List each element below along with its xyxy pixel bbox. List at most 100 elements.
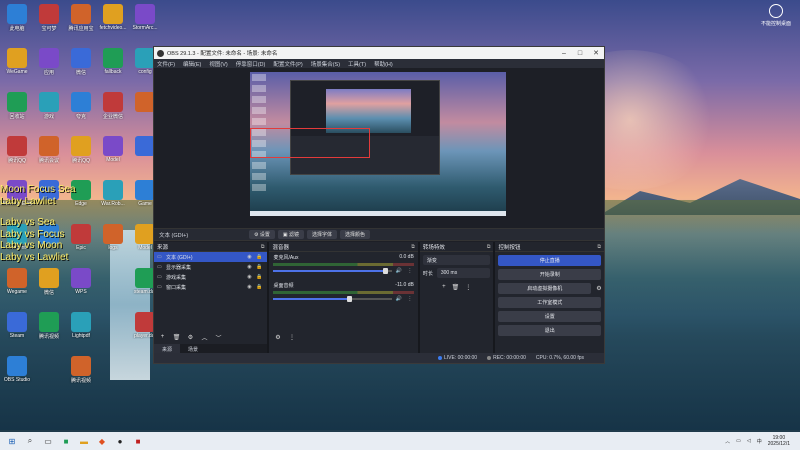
folder-icon[interactable]: ▬ [78, 435, 90, 447]
more-icon[interactable]: ⋮ [406, 296, 414, 302]
preview-selection-box[interactable] [250, 128, 370, 158]
desktop-icon[interactable]: OBS Studio [0, 356, 34, 383]
clock[interactable]: 19:00 2025/12/1 [768, 435, 790, 447]
desktop-icon[interactable]: 腾讯QQ [0, 136, 34, 164]
title-bar[interactable]: OBS 29.1.3 - 配置文件: 未命名 - 场景: 未命名 – □ ✕ [154, 47, 604, 59]
dock-float-icon[interactable]: ⧉ [487, 244, 491, 250]
desktop-icon[interactable]: 游戏 [32, 92, 66, 120]
desktop-icon[interactable]: 腾讯视频 [64, 356, 98, 384]
desktop-icon[interactable]: 夸克 [64, 92, 98, 120]
desktop-icon[interactable]: 回收站 [0, 92, 34, 120]
desktop-icon[interactable]: 此电脑 [0, 4, 34, 32]
desktop-icon[interactable]: War.Rob... [96, 180, 130, 207]
lock-icon[interactable]: 🔒 [254, 274, 264, 280]
speaker-icon[interactable]: ◁ [747, 438, 751, 444]
gear-icon[interactable]: ⚙ [594, 285, 604, 292]
network-icon[interactable]: ▭ [736, 438, 741, 444]
app-icon-red[interactable]: ■ [132, 435, 144, 447]
menu-profile[interactable]: 配置文件(P) [273, 60, 302, 68]
source-item[interactable]: ▭ 文本 (GDI+) ◉ 🔒 [154, 252, 268, 262]
desktop-icon[interactable]: 腾讯QQ [64, 136, 98, 164]
windows-start-icon[interactable]: ⊞ [6, 435, 18, 447]
desktop-icon[interactable]: 应用 [32, 48, 66, 76]
desktop-icon[interactable]: 微信 [32, 268, 66, 296]
start-virtual-camera-button[interactable]: 启动虚拟摄像机 [498, 283, 591, 294]
trash-icon[interactable]: 🗑 [171, 333, 182, 342]
menu-view[interactable]: 视图(V) [209, 60, 227, 68]
more-icon[interactable]: ⋮ [406, 268, 414, 274]
exit-button[interactable]: 退出 [498, 325, 601, 336]
desktop-icon[interactable]: 宝可梦 [32, 4, 66, 32]
gear-icon[interactable]: ⚙ [272, 333, 283, 342]
volume-slider[interactable] [273, 296, 392, 302]
chevron-up-icon[interactable]: ︿ [199, 333, 210, 342]
chevron-down-icon[interactable]: ﹀ [213, 333, 224, 342]
transition-select[interactable]: 渐变 [422, 255, 491, 265]
desktop-icon[interactable]: WPS [64, 268, 98, 295]
desktop-icon[interactable]: Model [96, 136, 130, 163]
desktop-icon[interactable]: 腾讯会议 [32, 136, 66, 164]
obs-taskbar-icon[interactable]: ● [114, 435, 126, 447]
desktop-icon[interactable]: fetchvideo... [96, 4, 130, 31]
source-item[interactable]: ▭ 显示器采集 ◉ 🔒 [154, 262, 267, 272]
close-icon[interactable]: ✕ [588, 49, 604, 57]
speaker-icon[interactable]: 🔊 [395, 296, 403, 302]
desktop-icon[interactable]: 企业微信 [96, 92, 130, 120]
eye-icon[interactable]: ◉ [244, 254, 254, 260]
preview-canvas[interactable] [250, 72, 506, 216]
desktop-icon[interactable]: fallback [96, 48, 130, 75]
desktop-icon[interactable]: 腾讯视频 [32, 312, 66, 340]
desktop-widget[interactable]: 不能控制桌面 [758, 4, 794, 27]
stop-streaming-button[interactable]: 停止直播 [498, 255, 601, 266]
studio-mode-button[interactable]: 工作室模式 [498, 297, 601, 308]
source-filters-button[interactable]: ▣ 滤镜 [277, 230, 305, 239]
desktop-icon[interactable]: Lightpdf [64, 312, 98, 339]
lock-icon[interactable]: 🔒 [254, 254, 264, 260]
source-settings-button[interactable]: ⚙ 设置 [249, 230, 275, 239]
add-icon[interactable]: + [442, 284, 446, 291]
desktop-icon[interactable]: Epic [64, 224, 98, 251]
menu-help[interactable]: 帮助(H) [374, 60, 393, 68]
menu-tools[interactable]: 工具(T) [348, 60, 366, 68]
eye-icon[interactable]: ◉ [244, 284, 254, 290]
volume-slider[interactable] [273, 268, 392, 274]
settings-button[interactable]: 设置 [498, 311, 601, 322]
desktop-icon[interactable]: WeGame [0, 48, 34, 75]
dock-float-icon[interactable]: ⧉ [261, 244, 265, 250]
select-font-button[interactable]: 选择字体 [307, 230, 338, 239]
more-icon[interactable]: ⋮ [465, 284, 471, 291]
minimize-icon[interactable]: – [556, 50, 572, 57]
dock-float-icon[interactable]: ⧉ [411, 244, 415, 250]
menu-docks[interactable]: 停靠窗口(D) [236, 60, 266, 68]
app-icon-green[interactable]: ■ [60, 435, 72, 447]
chevron-up-icon[interactable]: ︿ [725, 438, 730, 445]
app-icon-orange[interactable]: ◆ [96, 435, 108, 447]
search-icon[interactable]: ⌕ [24, 435, 36, 447]
eye-icon[interactable]: ◉ [244, 274, 254, 280]
duration-input[interactable]: 300 ms [436, 268, 491, 278]
menu-edit[interactable]: 编辑(E) [183, 60, 201, 68]
desktop-icon[interactable]: StormArc... [128, 4, 162, 31]
speaker-icon[interactable]: 🔊 [395, 268, 403, 274]
select-color-button[interactable]: 选择颜色 [340, 230, 371, 239]
desktop-icon[interactable]: Wegame [0, 268, 34, 295]
task-view-icon[interactable]: ▭ [42, 435, 54, 447]
source-item[interactable]: ▭ 窗口采集 ◉ 🔒 [154, 282, 267, 292]
desktop-icon[interactable]: 微信 [64, 48, 98, 76]
gear-icon[interactable]: ⚙ [185, 333, 196, 342]
desktop-icon[interactable]: Steam [0, 312, 34, 339]
lock-icon[interactable]: 🔒 [254, 284, 264, 290]
eye-icon[interactable]: ◉ [244, 264, 254, 270]
lock-icon[interactable]: 🔒 [254, 264, 264, 270]
dock-float-icon[interactable]: ⧉ [597, 244, 601, 250]
start-recording-button[interactable]: 开始录制 [498, 269, 601, 280]
menu-scene-collection[interactable]: 场景集合(S) [311, 60, 340, 68]
source-item[interactable]: ▭ 游戏采集 ◉ 🔒 [154, 272, 267, 282]
desktop-icon[interactable]: logs [96, 224, 130, 251]
input-method-icon[interactable]: 中 [757, 438, 762, 445]
trash-icon[interactable]: 🗑 [452, 284, 460, 291]
add-icon[interactable]: + [157, 333, 168, 342]
more-icon[interactable]: ⋮ [286, 333, 297, 342]
menu-file[interactable]: 文件(F) [157, 60, 175, 68]
desktop-icon[interactable]: 腾讯应用宝 [64, 4, 98, 32]
